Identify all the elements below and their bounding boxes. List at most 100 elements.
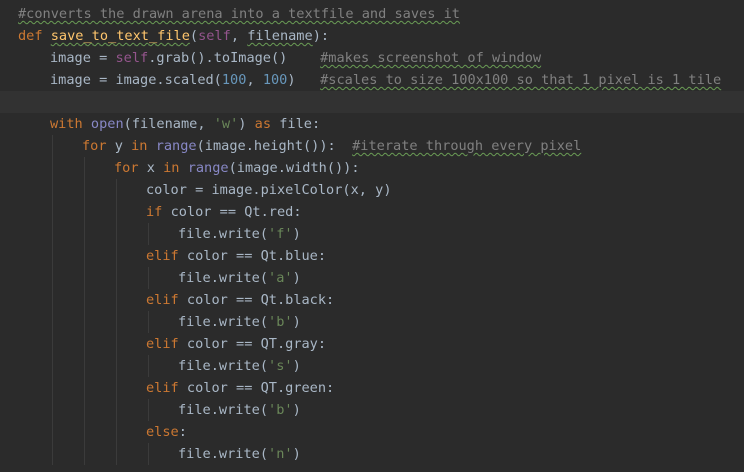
indent-guide [52, 355, 53, 377]
code-line[interactable]: elif color == QT.gray: [0, 333, 744, 355]
code-token: 'f' [268, 226, 293, 242]
indent-guide [84, 223, 85, 245]
indent-guide [52, 245, 53, 267]
code-line[interactable]: for x in range(image.width()): [0, 157, 744, 179]
code-token: #converts the drawn arena into a textfil… [18, 6, 460, 22]
code-text: else: [146, 421, 187, 443]
indent-guide [52, 157, 53, 179]
code-token: color == QT.green: [186, 380, 335, 396]
indent-guide [116, 355, 117, 377]
code-token: ) [292, 314, 301, 330]
indent-guide [84, 289, 85, 311]
code-line[interactable]: color = image.pixelColor(x, y) [0, 179, 744, 201]
code-line[interactable]: elif color == Qt.blue: [0, 245, 744, 267]
code-token: 'n' [268, 446, 293, 462]
code-token: range [187, 160, 229, 176]
indent-guide [52, 179, 53, 201]
indent-guide [116, 311, 117, 333]
code-token: self [198, 28, 231, 44]
code-token: 100 [221, 72, 247, 88]
code-line[interactable]: file.write('a') [0, 267, 744, 289]
code-line[interactable]: with open(filename, 'w') as file: [0, 113, 744, 135]
code-token: #scales to size 100x100 so that 1 pixel … [320, 72, 722, 88]
code-text: file.write('b') [178, 399, 301, 421]
code-token: ( [189, 28, 199, 44]
indent-guide [148, 311, 149, 333]
code-text: image = self.grab().toImage() #makes scr… [50, 47, 541, 69]
code-token: ) [238, 116, 255, 132]
code-token: filename [247, 28, 313, 44]
code-editor[interactable]: #converts the drawn arena into a textfil… [0, 3, 744, 472]
code-line[interactable]: file.write('f') [0, 223, 744, 245]
code-token: , [230, 28, 248, 44]
code-token: for [82, 138, 115, 154]
code-token: ) [292, 446, 301, 462]
code-token: range [155, 138, 197, 154]
code-text: file.write('b') [178, 311, 301, 333]
code-line[interactable]: file.write('b') [0, 399, 744, 421]
code-line[interactable] [0, 91, 744, 113]
code-line[interactable]: for y in range(image.height()): #iterate… [0, 135, 744, 157]
code-line[interactable]: image = image.scaled(100, 100) #scales t… [0, 69, 744, 91]
code-token: 'b' [268, 314, 293, 330]
code-text: file.write('f') [178, 223, 301, 245]
code-token: color == Qt.black: [186, 292, 335, 308]
code-token: #iterate through every pixel [352, 138, 582, 154]
code-text: file.write('s') [178, 355, 301, 377]
code-token: .grab().toImage() [148, 50, 321, 66]
code-line[interactable]: elif color == Qt.black: [0, 289, 744, 311]
code-text: file.write('n') [178, 443, 301, 465]
code-token: 'w' [213, 116, 239, 132]
code-token: self [115, 50, 149, 66]
indent-guide [116, 377, 117, 399]
code-token: (filename, [123, 116, 214, 132]
code-token: file.write( [178, 270, 269, 286]
code-token: , [246, 72, 263, 88]
indent-guide [84, 421, 85, 443]
code-token: 100 [262, 72, 288, 88]
code-line[interactable]: elif color == QT.green: [0, 377, 744, 399]
indent-guide [116, 201, 117, 223]
code-text: for x in range(image.width()): [114, 157, 360, 179]
code-token: ) [292, 270, 301, 286]
indent-guide [52, 267, 53, 289]
indent-guide [52, 399, 53, 421]
code-token: save_to_text_file [50, 28, 190, 44]
code-line[interactable]: file.write('b') [0, 311, 744, 333]
indent-guide [84, 399, 85, 421]
code-line[interactable]: file.write('n') [0, 443, 744, 465]
code-line[interactable]: file.write('s') [0, 355, 744, 377]
code-token: x [146, 160, 164, 176]
code-text: image = image.scaled(100, 100) #scales t… [50, 69, 721, 91]
code-token: image = image.scaled( [50, 72, 222, 88]
indent-guide [148, 223, 149, 245]
code-token: for [114, 160, 147, 176]
code-token: else [146, 424, 179, 440]
indent-guide [84, 201, 85, 223]
indent-guide [84, 267, 85, 289]
indent-guide [84, 377, 85, 399]
code-token: image = [50, 50, 116, 66]
code-line[interactable]: #converts the drawn arena into a textfil… [0, 3, 744, 25]
code-token: as [254, 116, 280, 132]
indent-guide [116, 267, 117, 289]
code-line[interactable]: if color == Qt.red: [0, 201, 744, 223]
indent-guide [52, 443, 53, 465]
code-token: file.write( [178, 226, 269, 242]
indent-guide [84, 355, 85, 377]
code-token: elif [146, 336, 187, 352]
indent-guide [84, 311, 85, 333]
code-line[interactable]: else: [0, 421, 744, 443]
code-token: elif [146, 248, 187, 264]
indent-guide [148, 355, 149, 377]
code-token: 'a' [268, 270, 293, 286]
indent-guide [148, 443, 149, 465]
code-line[interactable]: def save_to_text_file(self, filename): [0, 25, 744, 47]
code-token: file.write( [178, 402, 269, 418]
code-token: in [131, 138, 156, 154]
indent-guide [52, 135, 53, 157]
code-token: ) [292, 226, 301, 242]
code-line[interactable]: image = self.grab().toImage() #makes scr… [0, 47, 744, 69]
code-token: in [163, 160, 188, 176]
code-text: color = image.pixelColor(x, y) [146, 179, 392, 201]
